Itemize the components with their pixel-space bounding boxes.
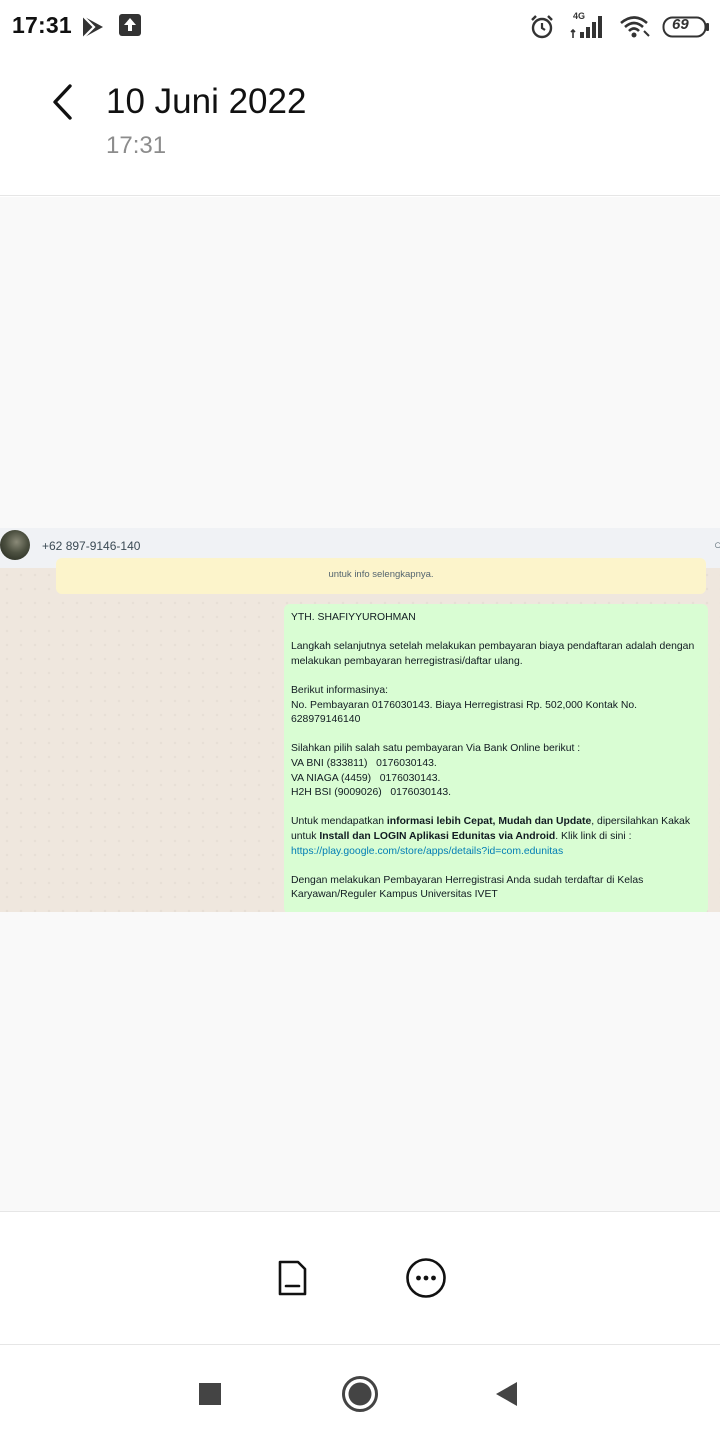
save-button[interactable] (270, 1256, 314, 1300)
status-bar: 17:31 4G 69 (0, 0, 720, 56)
signal-icon: 4G (570, 11, 610, 45)
chat-contact: +62 897-9146-140 (42, 539, 141, 553)
page-title: 10 Juni 2022 (106, 82, 307, 121)
alarm-icon (529, 14, 555, 45)
network-label: 4G (573, 11, 586, 21)
home-button[interactable] (340, 1374, 380, 1414)
battery-level: 69 (672, 16, 689, 33)
message-para1: Langkah selanjutnya setelah melakukan pe… (291, 641, 695, 667)
message-link[interactable]: https://play.google.com/store/apps/detai… (291, 845, 700, 860)
header: 10 Juni 2022 17:31 (0, 56, 720, 196)
upload-icon (119, 14, 141, 41)
back-button[interactable] (40, 80, 84, 124)
recents-button[interactable] (190, 1374, 230, 1414)
navigation-bar (0, 1346, 720, 1440)
message-bank2: VA NIAGA (4459) 0176030143. (291, 772, 441, 784)
message-bubble: YTH. SHAFIYYUROHMAN Langkah selanjutnya … (284, 604, 708, 912)
chevron-left-icon (53, 84, 72, 120)
action-bar (0, 1211, 720, 1345)
message-app-text: Untuk mendapatkan informasi lebih Cepat,… (291, 816, 691, 842)
encryption-notice: untuk info selengkapnya. (56, 558, 706, 594)
recents-square-icon (199, 1383, 221, 1405)
wifi-icon (619, 14, 651, 45)
notice-cropped-line (56, 558, 706, 566)
message-bank1: VA BNI (833811) 0176030143. (291, 757, 437, 769)
embedded-screenshot[interactable]: +62 897-9146-140 ○ untuk info selengkapn… (0, 528, 720, 912)
status-time: 17:31 (12, 12, 72, 38)
notice-text: untuk info selengkapnya. (328, 569, 434, 580)
back-triangle-icon (496, 1382, 517, 1406)
battery-icon: 69 (662, 16, 710, 43)
home-circle-icon (342, 1376, 378, 1412)
more-options-icon (406, 1258, 446, 1298)
message-closing: Dengan melakukan Pembayaran Herregistras… (291, 874, 644, 901)
page-subtitle-time: 17:31 (106, 132, 167, 159)
save-sim-icon (278, 1260, 307, 1296)
message-bank3: H2H BSI (9009026) 0176030143. (291, 787, 452, 799)
play-store-icon (80, 14, 106, 45)
message-info-body: No. Pembayaran 0176030143. Biaya Herregi… (291, 699, 637, 726)
more-options-button[interactable] (404, 1256, 448, 1300)
back-nav-button[interactable] (486, 1374, 526, 1414)
message-greeting: YTH. SHAFIYYUROHMAN (291, 612, 416, 623)
message-bank-intro: Silahkan pilih salah satu pembayaran Via… (291, 743, 581, 755)
search-icon: ○ (714, 537, 720, 552)
message-info-title: Berikut informasinya: (291, 684, 389, 696)
avatar (0, 530, 30, 560)
